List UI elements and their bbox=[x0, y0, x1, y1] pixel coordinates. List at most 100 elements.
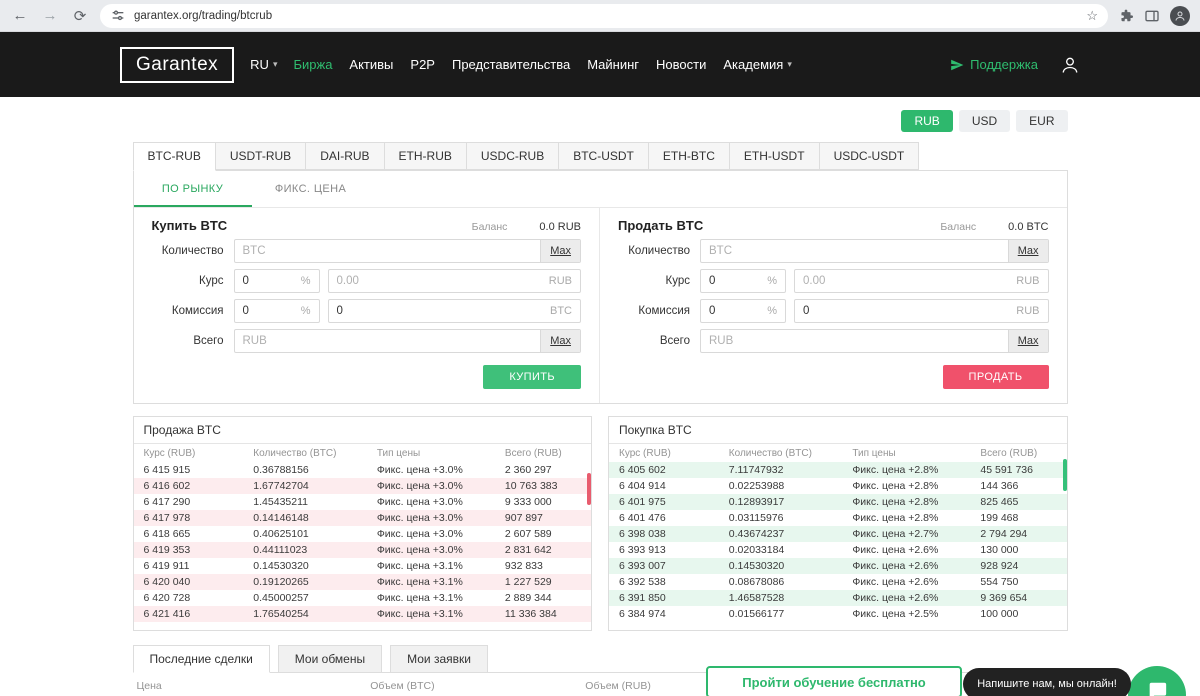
table-row[interactable]: 6 401 975 0.12893917 Фикс. цена +2.8% 825 4… bbox=[609, 494, 1067, 510]
profile-avatar[interactable] bbox=[1170, 5, 1190, 26]
nav-item-offices[interactable]: Представительства bbox=[452, 57, 570, 72]
column-header: Цена bbox=[132, 675, 367, 696]
academy-label: Академия bbox=[723, 57, 784, 72]
site-info-icon[interactable] bbox=[110, 8, 126, 24]
tab-market-order[interactable]: ПО РЫНКУ bbox=[133, 171, 252, 207]
tab-my-exchanges[interactable]: Мои обмены bbox=[277, 645, 383, 673]
table-row[interactable]: 6 393 007 0.14530320 Фикс. цена +2.6% 928 9… bbox=[609, 558, 1067, 574]
table-row[interactable]: 6 421 416 1.76540254 Фикс. цена +3.1% 11 33… bbox=[133, 606, 591, 622]
cell: 6 417 978 bbox=[143, 512, 191, 524]
trading-page: RUB USD EUR BTC-RUB USDT-RUB DAI-RUB ETH… bbox=[132, 110, 1068, 696]
cell: Фикс. цена +2.6% bbox=[852, 544, 939, 556]
cell: 6 421 416 bbox=[143, 608, 191, 620]
buy-fee-percent-input[interactable] bbox=[234, 305, 301, 317]
language-selector[interactable]: RU ▾ bbox=[250, 57, 277, 72]
nav-item-mining[interactable]: Майнинг bbox=[587, 57, 639, 72]
table-row[interactable]: 6 420 040 0.19120265 Фикс. цена +3.1% 1 227… bbox=[133, 574, 591, 590]
sell-fee-percent-input[interactable] bbox=[701, 305, 768, 317]
buy-amount-max-button[interactable]: Max bbox=[540, 240, 580, 262]
free-training-button[interactable]: Пройти обучение бесплатно bbox=[706, 666, 962, 696]
table-row[interactable]: 6 415 915 0.36788156 Фикс. цена +3.0% 2 360… bbox=[134, 462, 592, 478]
table-row[interactable]: 6 419 353 0.44111023 Фикс. цена +3.0% 2 831… bbox=[133, 542, 591, 558]
sell-rate-input[interactable] bbox=[795, 275, 1017, 287]
pair-tab-usdc-usdt[interactable]: USDC-USDT bbox=[818, 142, 920, 170]
cell: 6 416 602 bbox=[143, 480, 191, 492]
table-row[interactable]: 6 418 665 0.40625101 Фикс. цена +3.0% 2 607… bbox=[134, 526, 592, 542]
sell-total-max-button[interactable]: Max bbox=[1007, 330, 1048, 352]
buy-amount-input[interactable] bbox=[234, 245, 541, 257]
table-row[interactable]: 6 393 913 0.02033184 Фикс. цена +2.6% 130 0… bbox=[609, 542, 1067, 558]
table-row[interactable]: 6 401 476 0.03115976 Фикс. цена +2.8% 199 4… bbox=[609, 510, 1067, 526]
nav-item-assets[interactable]: Активы bbox=[349, 57, 393, 72]
tab-fixed-price[interactable]: ФИКС. ЦЕНА bbox=[252, 171, 370, 207]
sell-total-input[interactable] bbox=[701, 335, 1008, 347]
cell: Фикс. цена +3.0% bbox=[376, 528, 463, 540]
pair-tab-dai-rub[interactable]: DAI-RUB bbox=[305, 142, 385, 170]
currency-tab-usd[interactable]: USD bbox=[958, 110, 1011, 132]
chat-fab-button[interactable] bbox=[1128, 666, 1186, 696]
buy-rate-input[interactable] bbox=[328, 275, 549, 287]
nav-item-p2p[interactable]: P2P bbox=[410, 57, 435, 72]
buy-orderbook-table: Курс (RUB) Количество (BTC) Тип цены Всего … bbox=[609, 444, 1067, 622]
tab-my-orders[interactable]: Мои заявки bbox=[390, 645, 488, 673]
cell: 0.02033184 bbox=[728, 544, 785, 556]
buy-submit-button[interactable]: КУПИТЬ bbox=[483, 365, 581, 389]
column-header: Тип цены bbox=[852, 448, 896, 459]
cell: 0.40625101 bbox=[253, 528, 309, 540]
table-row[interactable]: 6 417 978 0.14146148 Фикс. цена +3.0% 907 8… bbox=[133, 510, 591, 526]
table-row[interactable]: 6 420 728 0.45000257 Фикс. цена +3.1% 2 889… bbox=[134, 590, 592, 606]
address-bar[interactable]: garantex.org/trading/btcrub ☆ bbox=[100, 3, 1108, 28]
pair-tab-eth-usdt[interactable]: ETH-USDT bbox=[728, 142, 820, 170]
forward-icon[interactable]: → bbox=[40, 7, 60, 24]
sell-rate-percent-input[interactable] bbox=[701, 275, 768, 287]
table-row[interactable]: 6 392 538 0.08678086 Фикс. цена +2.6% 554 7… bbox=[609, 574, 1067, 590]
sell-amount-input[interactable] bbox=[701, 245, 1008, 257]
table-row[interactable]: 6 416 602 1.67742704 Фикс. цена +3.0% 10 76… bbox=[133, 478, 591, 494]
table-row[interactable]: 6 404 914 0.02253988 Фикс. цена +2.8% 144 3… bbox=[609, 478, 1067, 494]
sell-amount-max-button[interactable]: Max bbox=[1007, 240, 1048, 262]
chat-widget[interactable]: Напишите нам, мы онлайн! bbox=[963, 668, 1131, 696]
cell: Фикс. цена +3.0% bbox=[376, 512, 463, 524]
side-panel-icon[interactable] bbox=[1144, 8, 1160, 24]
pair-tab-btc-rub[interactable]: BTC-RUB bbox=[132, 142, 216, 171]
cell: Фикс. цена +2.6% bbox=[852, 592, 939, 604]
account-icon[interactable] bbox=[1060, 55, 1080, 75]
buy-fee-input[interactable] bbox=[328, 305, 550, 317]
pair-tab-btc-usdt[interactable]: BTC-USDT bbox=[558, 142, 649, 170]
table-row[interactable]: 6 391 850 1.46587528 Фикс. цена +2.6% 9 369… bbox=[609, 590, 1067, 606]
currency-tab-eur[interactable]: EUR bbox=[1016, 110, 1068, 132]
nav-item-exchange[interactable]: Биржа bbox=[293, 57, 332, 72]
support-label: Поддержка bbox=[970, 57, 1038, 72]
table-row[interactable]: 6 384 974 0.01566177 Фикс. цена +2.5% 100 0… bbox=[609, 606, 1067, 622]
url-text[interactable]: garantex.org/trading/btcrub bbox=[134, 10, 1078, 22]
pair-tab-eth-rub[interactable]: ETH-RUB bbox=[383, 142, 467, 170]
nav-item-academy[interactable]: Академия ▾ bbox=[723, 57, 791, 72]
garantex-logo[interactable]: Garantex bbox=[120, 46, 235, 83]
balance-value: 0.0 BTC bbox=[1008, 221, 1049, 233]
support-link[interactable]: Поддержка bbox=[950, 57, 1038, 72]
buy-total-max-button[interactable]: Max bbox=[540, 330, 580, 352]
tab-last-trades[interactable]: Последние сделки bbox=[132, 645, 270, 673]
buy-rate-percent-input[interactable] bbox=[234, 275, 301, 287]
back-icon[interactable]: ← bbox=[10, 7, 30, 24]
cell: 0.43674237 bbox=[728, 528, 785, 540]
extensions-icon[interactable] bbox=[1118, 8, 1134, 24]
refresh-icon[interactable]: ⟳ bbox=[70, 7, 90, 25]
cell: Фикс. цена +3.0% bbox=[376, 544, 463, 556]
buy-total-input[interactable] bbox=[234, 335, 541, 347]
paper-plane-icon bbox=[951, 59, 964, 70]
nav-item-news[interactable]: Новости bbox=[656, 57, 706, 72]
currency-tab-rub[interactable]: RUB bbox=[901, 110, 953, 132]
bookmark-icon[interactable]: ☆ bbox=[1086, 8, 1098, 24]
table-row[interactable]: 6 417 290 1.45435211 Фикс. цена +3.0% 9 333… bbox=[134, 494, 592, 510]
pair-tabs: BTC-RUB USDT-RUB DAI-RUB ETH-RUB USDC-RU… bbox=[132, 142, 1068, 171]
table-row[interactable]: 6 419 911 0.14530320 Фикс. цена +3.1% 932 8… bbox=[134, 558, 592, 574]
sell-fee-input[interactable] bbox=[795, 305, 1017, 317]
pair-tab-usdc-rub[interactable]: USDC-RUB bbox=[465, 142, 560, 170]
cell: 2 889 344 bbox=[504, 592, 552, 604]
pair-tab-usdt-rub[interactable]: USDT-RUB bbox=[214, 142, 307, 170]
pair-tab-eth-btc[interactable]: ETH-BTC bbox=[647, 142, 730, 170]
table-row[interactable]: 6 398 038 0.43674237 Фикс. цена +2.7% 2 794… bbox=[609, 526, 1067, 542]
sell-submit-button[interactable]: ПРОДАТЬ bbox=[942, 365, 1049, 389]
table-row[interactable]: 6 405 602 7.11747932 Фикс. цена +2.8% 45 59… bbox=[609, 462, 1067, 478]
